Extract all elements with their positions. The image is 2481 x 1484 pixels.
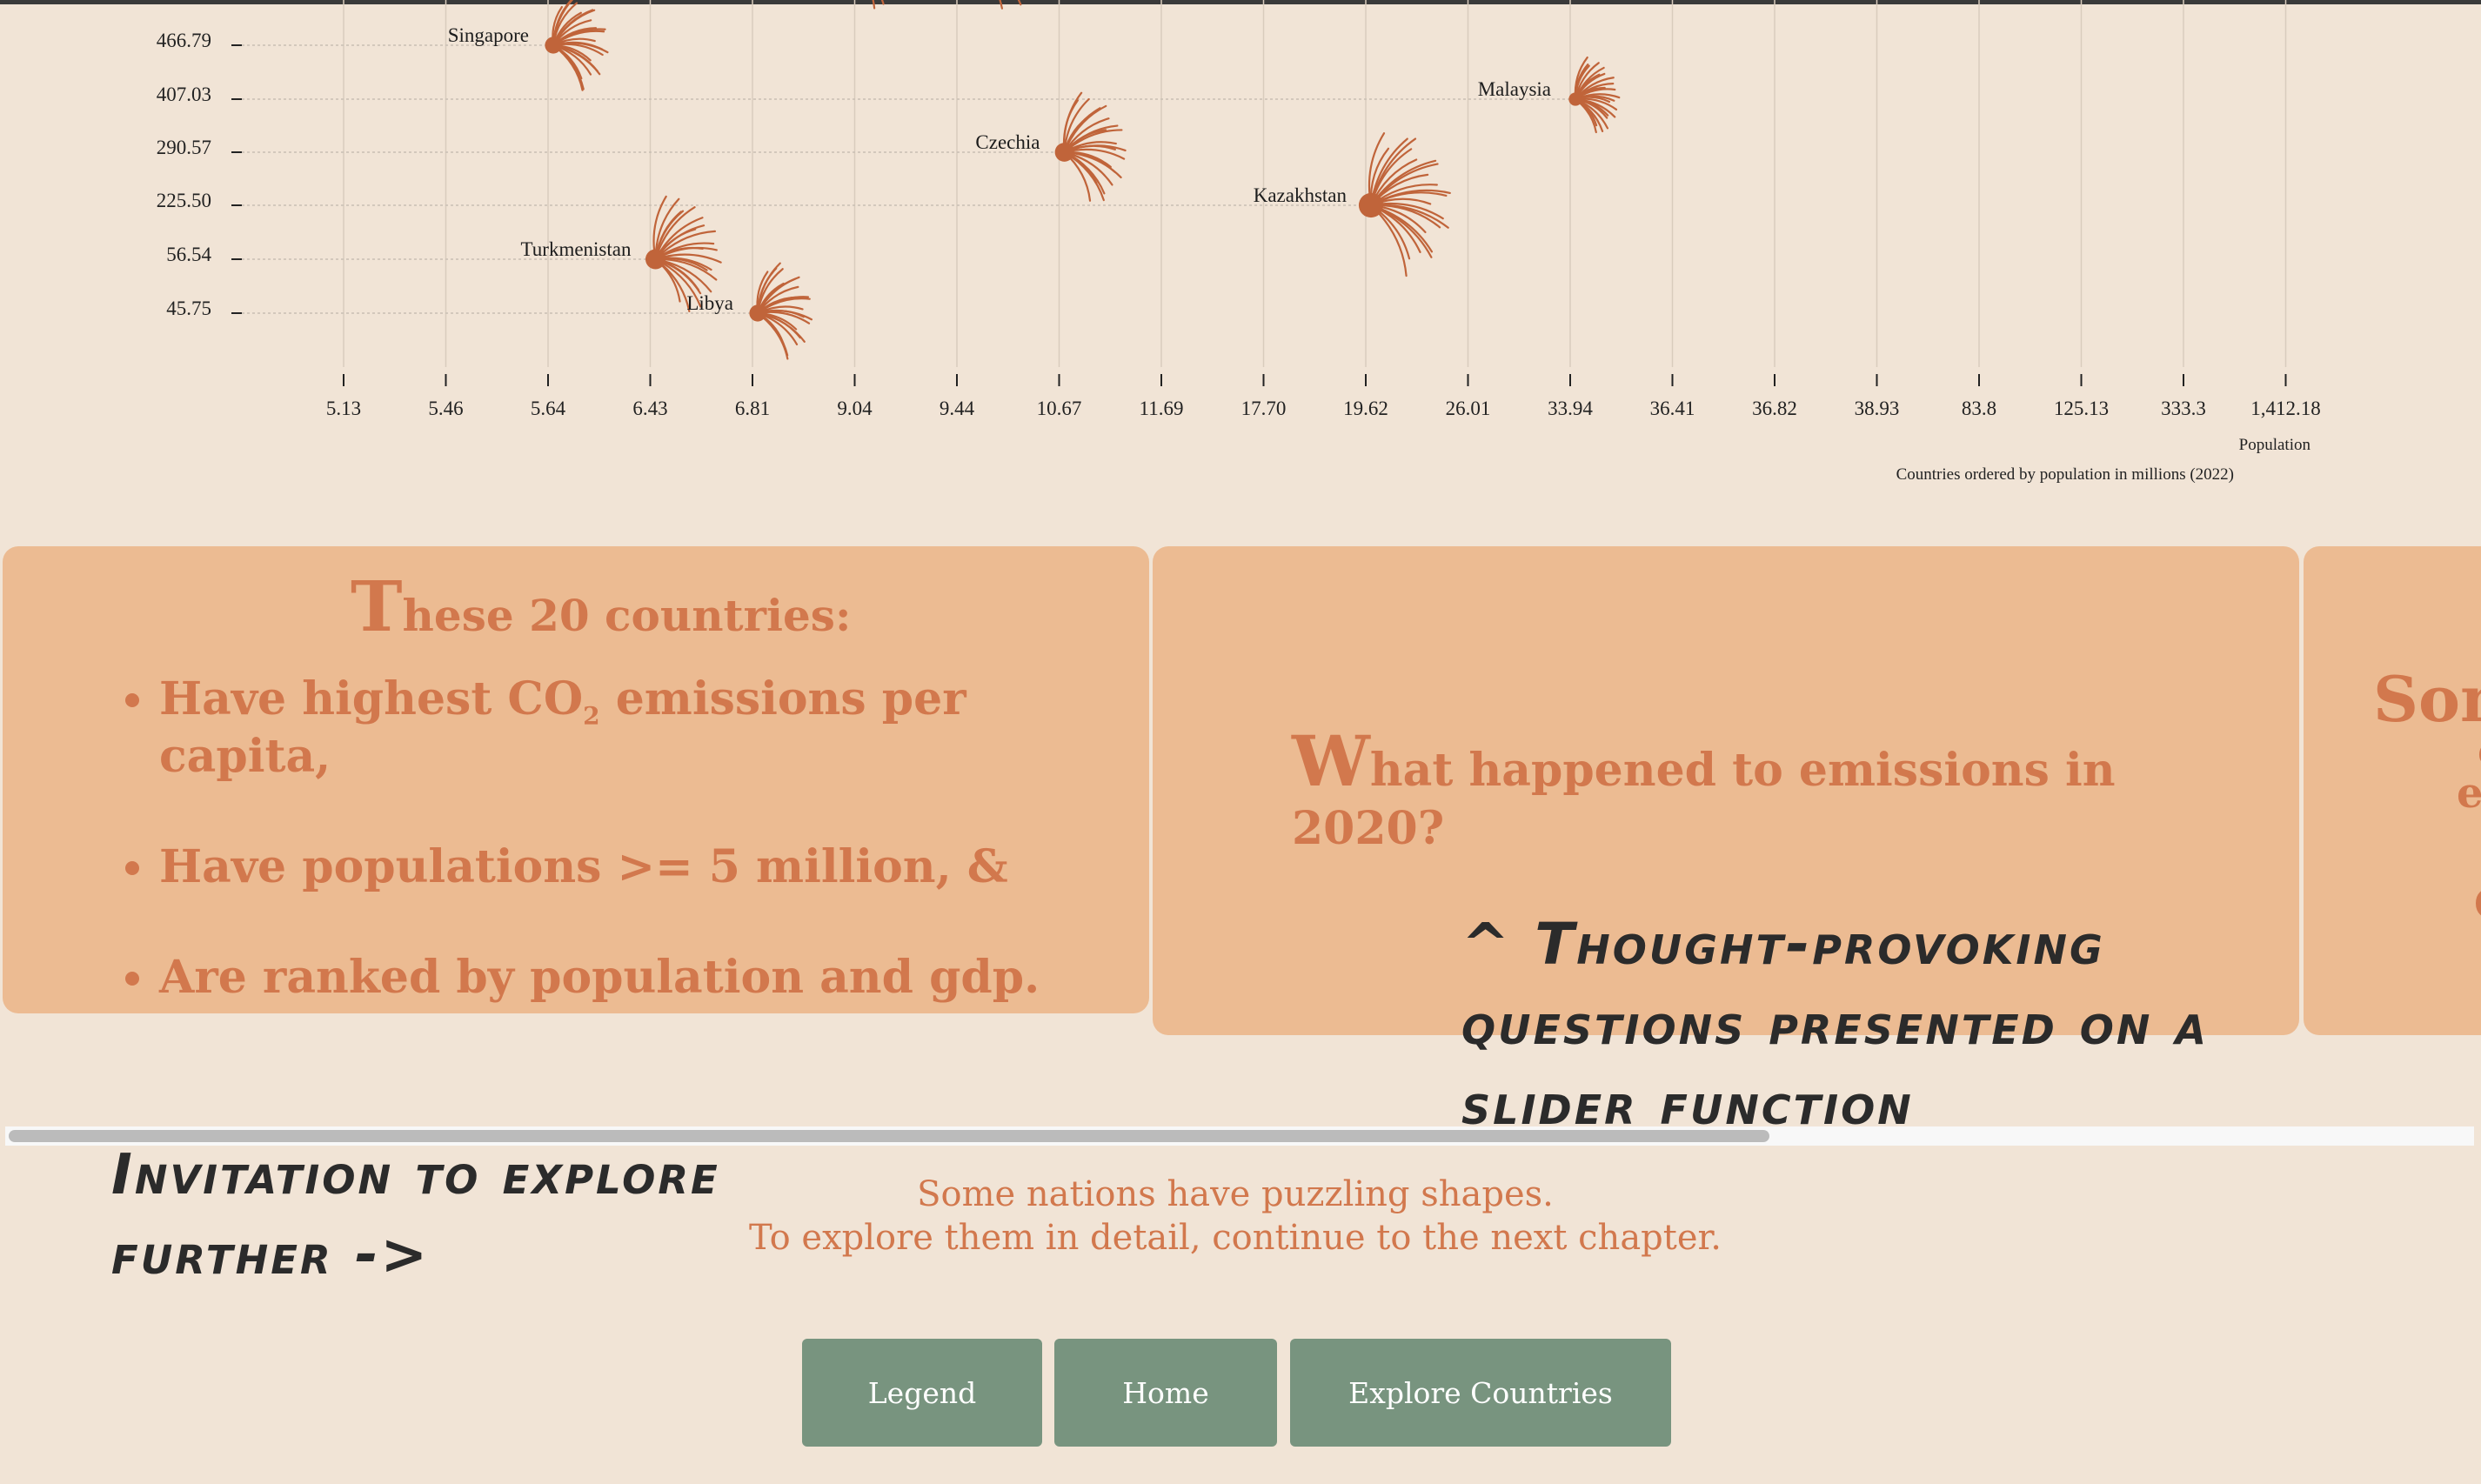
x-tick-label: 5.64 [531, 398, 566, 419]
criteria-item: Are ranked by population and gdp. [159, 951, 1149, 1004]
country-glyph [545, 0, 609, 91]
chart-caption: Countries ordered by population in milli… [1896, 465, 2234, 484]
title-text: hese 20 countries: [402, 590, 852, 641]
x-tick-label: 17.70 [1241, 398, 1287, 419]
criteria-list: Have highest CO2 emissions per capita, H… [98, 672, 1149, 1061]
y-tick-label: 407.03 [157, 84, 211, 105]
x-tick-label: 9.44 [940, 398, 975, 419]
x-tick-label: 10.67 [1037, 398, 1082, 419]
x-tick-label: 33.94 [1548, 398, 1593, 419]
x-tick-label: 5.13 [326, 398, 361, 419]
x-tick-label: 333.3 [2161, 398, 2206, 419]
x-tick-label: 6.43 [632, 398, 667, 419]
x-tick-label: 83.8 [1962, 398, 1996, 419]
x-tick-label: 9.04 [837, 398, 873, 419]
y-tick-label: 290.57 [157, 137, 211, 158]
country-label: Libya [686, 292, 733, 314]
country-glyph-offscreen [872, 0, 885, 10]
explore-countries-button[interactable]: Explore Countries [1290, 1339, 1671, 1447]
country-label: Turkmenistan [521, 238, 632, 260]
population-emissions-chart: 466.79 407.03 290.57 225.50 56.54 45.75 5.13 5.… [157, 0, 2321, 484]
y-tick-label: 56.54 [166, 244, 211, 265]
y-tick-label: 225.50 [157, 190, 211, 211]
slide-card-countries: These 20 countries: Have highest CO2 emi… [3, 546, 1149, 1013]
country-label: Singapore [448, 24, 529, 46]
x-tick-label: 11.69 [1140, 398, 1184, 419]
y-tick-label: 45.75 [166, 297, 211, 319]
country-glyph-offscreen [999, 0, 1022, 10]
criteria-item: Have populations >= 5 million, & [159, 840, 1149, 893]
explore-line-1: Some nations have puzzling shapes. [917, 1174, 1554, 1214]
x-tick-label: 1,412.18 [2250, 398, 2321, 419]
x-tick-label: 26.01 [1446, 398, 1491, 419]
country-glyph [1054, 91, 1127, 202]
x-tick-label: 125.13 [2054, 398, 2109, 419]
x-tick-label: 19.62 [1343, 398, 1388, 419]
card-title: These 20 countries: [351, 565, 851, 647]
partial-card-text: Som ca em C [2373, 662, 2481, 926]
title-dropcap: T [351, 565, 403, 647]
home-button[interactable]: Home [1054, 1339, 1277, 1447]
explore-prompt: Some nations have puzzling shapes. To ex… [713, 1173, 1757, 1260]
country-glyph [749, 262, 813, 360]
x-tick-label: 5.46 [428, 398, 463, 419]
x-tick-label: 6.81 [735, 398, 770, 419]
country-label: Czechia [975, 131, 1040, 153]
country-label: Kazakhstan [1254, 184, 1347, 206]
country-glyph [1568, 56, 1621, 134]
x-tick-label: 36.82 [1752, 398, 1797, 419]
legend-button[interactable]: Legend [802, 1339, 1042, 1447]
explore-line-2: To explore them in detail, continue to t… [749, 1218, 1722, 1258]
country-glyph [1358, 132, 1451, 277]
question-title: What happened to emissions in 2020? [1292, 720, 2116, 855]
x-tick-label: 36.41 [1650, 398, 1695, 419]
x-tick-label: 38.93 [1855, 398, 1900, 419]
y-tick-label: 466.79 [157, 30, 211, 51]
annotation-slider-note: ^ Thought-provoking questions presented … [1461, 911, 2209, 1138]
x-axis-label: Population [2239, 436, 2311, 454]
criteria-item: Have highest CO2 emissions per capita, [159, 672, 1149, 783]
country-label: Malaysia [1478, 78, 1551, 100]
slide-card-next-partial: Som ca em C [2304, 546, 2481, 1035]
